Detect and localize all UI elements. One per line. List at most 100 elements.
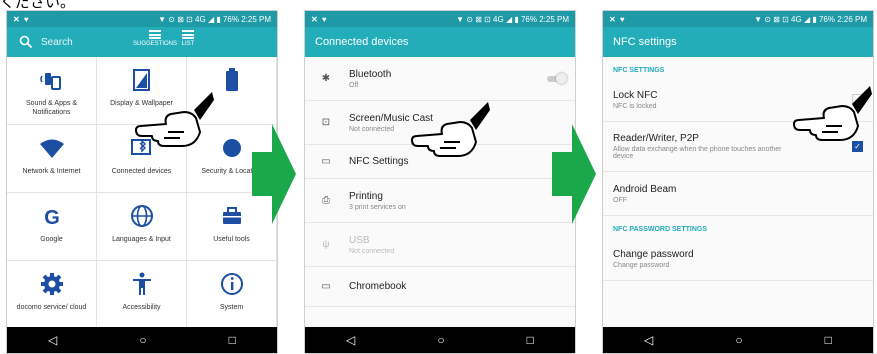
list-view-button[interactable]: LIST (177, 30, 199, 47)
row-subtitle: 3 print services on (349, 203, 406, 211)
home-button[interactable]: ○ (437, 333, 444, 347)
battery-percent: 76% (818, 14, 835, 24)
row-title: Android Beam (613, 183, 677, 195)
recents-button[interactable]: □ (527, 333, 534, 347)
row-title: Printing (349, 190, 383, 202)
tile-label: Google (40, 236, 63, 243)
print-icon: ⎙ (322, 195, 330, 206)
row-title: Change password (613, 248, 694, 260)
tile-label: Accessibility (122, 304, 161, 311)
row-subtitle: Not connected (349, 247, 395, 255)
accessibility-icon (132, 272, 151, 295)
list-item-printing[interactable]: ⎙ Printing 3 print services on (305, 179, 575, 223)
svg-text:G: G (44, 207, 60, 229)
sound-icon (39, 73, 61, 90)
section-header-nfc-password: NFC PASSWORD SETTINGS (613, 226, 707, 233)
status-time: 2:26 PM (837, 14, 867, 24)
tile-label: Useful tools (213, 236, 250, 243)
row-title: USB (349, 234, 370, 246)
tile-docomo-service[interactable]: docomo service/ cloud (7, 261, 97, 329)
home-button[interactable]: ○ (139, 333, 146, 347)
status-notification-icons: ✕ ♥ (13, 14, 30, 24)
gear-icon (40, 273, 63, 295)
row-subtitle: Off (349, 81, 359, 89)
tile-google[interactable]: G Google (7, 193, 97, 261)
globe-icon (130, 205, 153, 227)
usb-icon: ψ (322, 239, 330, 250)
row-title: NFC Settings (349, 156, 409, 167)
row-subtitle: NFC is locked (613, 102, 657, 110)
status-system-icons: ▼ ⊙ ⊠ ⊡ 4G ◢ ▮ (456, 14, 519, 24)
settings-search-bar[interactable]: Search SUGGESTIONS LIST (7, 27, 277, 57)
status-bar: ✕ ♥ ▼ ⊙ ⊠ ⊡ 4G ◢ ▮ 76% 2:26 PM (603, 11, 873, 27)
pointing-hand-icon (793, 86, 872, 141)
tile-label: Network & Internet (22, 168, 81, 175)
row-title: Reader/Writer, P2P (613, 133, 699, 144)
status-time: 2:25 PM (241, 14, 271, 24)
info-icon (220, 273, 243, 295)
app-bar: NFC settings (603, 27, 873, 57)
row-subtitle: Change password (613, 261, 670, 269)
list-item-change-password[interactable]: Change password Change password (603, 237, 873, 281)
status-bar: ✕ ♥ ▼ ⊙ ⊠ ⊡ 4G ◢ ▮ 76% 2:25 PM (7, 11, 277, 27)
toolbox-icon (222, 207, 241, 224)
list-item-bluetooth[interactable]: ✱ Bluetooth Off (305, 57, 575, 101)
row-title: Lock NFC (613, 89, 658, 101)
suggestions-label: SUGGESTIONS (132, 41, 177, 47)
phone-nfc-settings-screen: ✕ ♥ ▼ ⊙ ⊠ ⊡ 4G ◢ ▮ 76% 2:26 PM NFC setti… (602, 10, 874, 354)
list-item-android-beam[interactable]: Android Beam OFF (603, 172, 873, 216)
nav-bar: ◁ ○ □ (7, 327, 277, 353)
bluetooth-toggle[interactable] (547, 72, 567, 84)
list-icon (182, 30, 194, 39)
suggestions-icon (149, 30, 161, 39)
nav-bar: ◁ ○ □ (305, 327, 575, 353)
nav-bar: ◁ ○ □ (603, 327, 873, 353)
tile-system[interactable]: System (187, 261, 277, 329)
tile-label: Languages & Input (112, 236, 171, 243)
battery-percent: 76% (222, 14, 239, 24)
page-title: Connected devices (315, 36, 409, 48)
next-step-arrow-icon (552, 124, 596, 224)
back-button[interactable]: ◁ (644, 333, 653, 347)
tile-network[interactable]: Network & Internet (7, 125, 97, 193)
row-title: Bluetooth (349, 68, 392, 80)
recents-button[interactable]: □ (229, 333, 236, 347)
tile-languages[interactable]: Languages & Input (97, 193, 187, 261)
list-item-usb[interactable]: ψ USB Not connected (305, 223, 575, 267)
page-title: NFC settings (613, 36, 677, 48)
row-subtitle: OFF (613, 196, 627, 204)
bluetooth-icon: ✱ (321, 73, 331, 84)
home-button[interactable]: ○ (735, 333, 742, 347)
phone-settings-screen: ✕ ♥ ▼ ⊙ ⊠ ⊡ 4G ◢ ▮ 76% 2:25 PM Search SU… (6, 10, 278, 354)
section-header-nfc: NFC SETTINGS (613, 67, 665, 74)
security-icon (222, 139, 241, 157)
phone-connected-devices-screen: ✕ ♥ ▼ ⊙ ⊠ ⊡ 4G ◢ ▮ 76% 2:25 PM Connected… (304, 10, 576, 354)
status-notification-icons: ✕ ♥ (311, 14, 328, 24)
row-title: Chromebook (349, 281, 407, 292)
tile-accessibility[interactable]: Accessibility (97, 261, 187, 329)
tile-label: Connected devices (111, 168, 172, 175)
search-placeholder: Search (41, 36, 73, 48)
battery-icon (225, 68, 238, 91)
wifi-icon (39, 139, 64, 158)
back-button[interactable]: ◁ (346, 333, 355, 347)
recents-button[interactable]: □ (825, 333, 832, 347)
status-system-icons: ▼ ⊙ ⊠ ⊡ 4G ◢ ▮ (754, 14, 817, 24)
suggestions-button[interactable]: SUGGESTIONS (129, 30, 181, 47)
nfc-icon: ▭ (321, 156, 331, 167)
tile-label: Sound & Apps & Notifications (26, 100, 77, 116)
cast-icon: ⊡ (321, 117, 331, 128)
battery-percent: 76% (520, 14, 537, 24)
back-button[interactable]: ◁ (48, 333, 57, 347)
next-step-arrow-icon (252, 124, 296, 224)
google-icon: G (44, 207, 60, 229)
list-item-chromebook[interactable]: ▭ Chromebook (305, 267, 575, 307)
app-bar: Connected devices (305, 27, 575, 57)
status-time: 2:25 PM (539, 14, 569, 24)
tile-label: docomo service/ cloud (16, 304, 87, 311)
pointing-hand-icon (135, 92, 214, 147)
tile-label: System (219, 304, 244, 311)
status-notification-icons: ✕ ♥ (609, 14, 626, 24)
pointing-hand-icon (411, 102, 490, 157)
tile-sound-apps[interactable]: Sound & Apps & Notifications (7, 57, 97, 125)
